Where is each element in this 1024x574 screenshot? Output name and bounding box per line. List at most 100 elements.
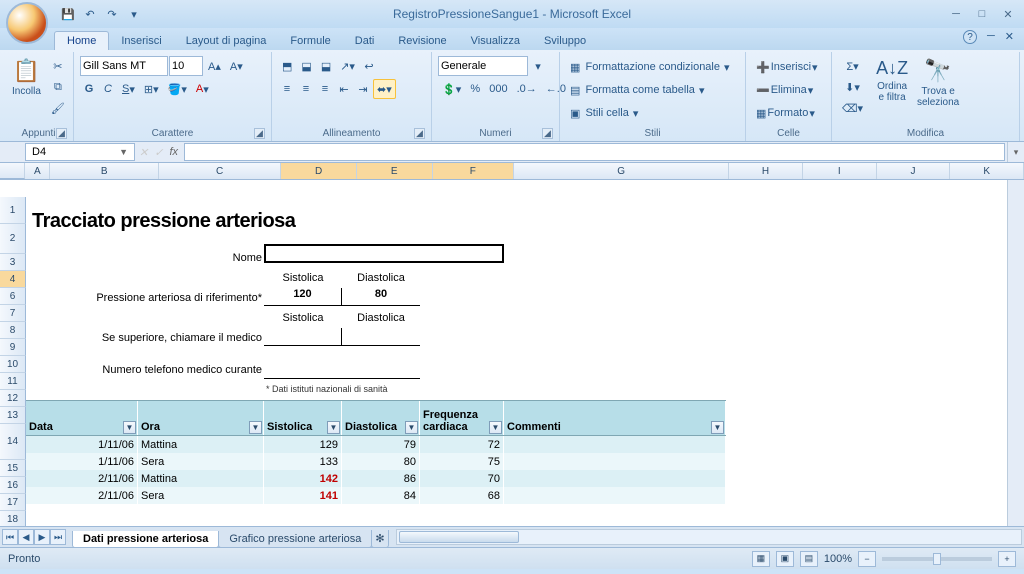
increase-indent-button[interactable]: ⇥: [354, 79, 372, 99]
font-color-button[interactable]: A▾: [192, 79, 213, 99]
col-data[interactable]: Data▼: [26, 401, 138, 435]
doc-close-button[interactable]: ✕: [1005, 30, 1014, 44]
column-header-E[interactable]: E: [357, 163, 433, 179]
chiamare-sistolica-cell[interactable]: [264, 328, 342, 346]
align-left-button[interactable]: ≡: [278, 79, 296, 99]
tab-formule[interactable]: Formule: [278, 32, 342, 50]
filter-icon[interactable]: ▼: [405, 421, 418, 434]
sort-filter-button[interactable]: A↓ZOrdina e filtra: [871, 56, 913, 105]
formula-input[interactable]: [184, 143, 1005, 161]
comma-button[interactable]: 000: [485, 79, 511, 99]
align-bottom-button[interactable]: ⬓: [317, 56, 335, 76]
filter-icon[interactable]: ▼: [123, 421, 136, 434]
office-button[interactable]: [6, 2, 48, 44]
row-header-16[interactable]: 16: [0, 477, 26, 494]
restore-button[interactable]: □: [972, 8, 992, 21]
column-header-H[interactable]: H: [729, 163, 803, 179]
zoom-level[interactable]: 100%: [824, 553, 852, 565]
column-header-C[interactable]: C: [159, 163, 281, 179]
row-header-18[interactable]: 18: [0, 511, 26, 526]
row-header-15[interactable]: 15: [0, 460, 26, 477]
horizontal-scrollbar[interactable]: [396, 529, 1022, 545]
format-cells-button[interactable]: ▦Formato▾: [752, 102, 825, 124]
fill-button[interactable]: ⬇▾: [838, 77, 867, 97]
clipboard-dialog-launcher[interactable]: ◢: [56, 128, 67, 139]
enter-formula-icon[interactable]: ✓: [154, 146, 163, 159]
row-header-2[interactable]: 2: [0, 224, 26, 254]
sheet-tab-2[interactable]: Grafico pressione arteriosa: [218, 531, 372, 548]
align-top-button[interactable]: ⬒: [278, 56, 296, 76]
column-header-G[interactable]: G: [514, 163, 729, 179]
minimize-button[interactable]: ─: [946, 8, 966, 21]
align-center-button[interactable]: ≡: [297, 79, 315, 99]
font-dialog-launcher[interactable]: ◢: [254, 128, 265, 139]
col-sistolica[interactable]: Sistolica▼: [264, 401, 342, 435]
column-header-J[interactable]: J: [877, 163, 951, 179]
clear-button[interactable]: ⌫▾: [838, 98, 867, 118]
row-header-7[interactable]: 7: [0, 305, 26, 322]
table-row[interactable]: 2/11/06 Mattina 142 86 70: [26, 470, 726, 487]
tab-layout[interactable]: Layout di pagina: [174, 32, 279, 50]
font-name-combo[interactable]: [80, 56, 168, 76]
tab-visualizza[interactable]: Visualizza: [459, 32, 532, 50]
qat-more-icon[interactable]: ▾: [126, 6, 142, 22]
zoom-thumb[interactable]: [933, 553, 941, 565]
row-header-3[interactable]: 3: [0, 254, 26, 271]
filter-icon[interactable]: ▼: [249, 421, 262, 434]
column-header-A[interactable]: A: [25, 163, 50, 179]
row-header-10[interactable]: 10: [0, 356, 26, 373]
column-header-D[interactable]: D: [281, 163, 357, 179]
col-frequenza[interactable]: Frequenza cardiaca▼: [420, 401, 504, 435]
row-header-17[interactable]: 17: [0, 494, 26, 511]
zoom-out-button[interactable]: −: [858, 551, 876, 567]
table-row[interactable]: 1/11/06 Mattina 129 79 72: [26, 436, 726, 453]
decrease-indent-button[interactable]: ⇤: [335, 79, 353, 99]
insert-cells-button[interactable]: ➕Inserisci▾: [752, 56, 825, 78]
col-diastolica[interactable]: Diastolica▼: [342, 401, 420, 435]
bold-button[interactable]: G: [80, 79, 98, 99]
page-layout-view-button[interactable]: ▣: [776, 551, 794, 567]
row-header-8[interactable]: 8: [0, 322, 26, 339]
minimize-ribbon-button[interactable]: ─: [987, 30, 995, 44]
cell-styles-button[interactable]: ▣ Stili cella ▾: [566, 102, 739, 124]
paste-button[interactable]: 📋 Incolla: [10, 56, 43, 99]
number-format-more[interactable]: ▾: [529, 56, 547, 76]
underline-button[interactable]: S▾: [118, 79, 139, 99]
page-break-view-button[interactable]: ▤: [800, 551, 818, 567]
conditional-formatting-button[interactable]: ▦ Formattazione condizionale ▾: [566, 56, 739, 78]
column-header-B[interactable]: B: [50, 163, 159, 179]
autosum-button[interactable]: Σ▾: [838, 56, 867, 76]
close-button[interactable]: ✕: [998, 8, 1018, 21]
increase-font-button[interactable]: A▴: [204, 56, 225, 76]
filter-icon[interactable]: ▼: [489, 421, 502, 434]
tab-nav-first[interactable]: ⏮: [2, 529, 18, 545]
name-box[interactable]: D4▼: [25, 143, 135, 161]
format-as-table-button[interactable]: ▤ Formatta come tabella ▾: [566, 79, 739, 101]
italic-button[interactable]: C: [99, 79, 117, 99]
col-ora[interactable]: Ora▼: [138, 401, 264, 435]
col-commenti[interactable]: Commenti▼: [504, 401, 726, 435]
currency-button[interactable]: 💲▾: [438, 79, 465, 99]
vertical-scrollbar[interactable]: [1007, 180, 1024, 526]
decrease-font-button[interactable]: A▾: [226, 56, 247, 76]
tab-nav-last[interactable]: ⏭: [50, 529, 66, 545]
font-size-combo[interactable]: [169, 56, 203, 76]
namebox-dropdown-icon[interactable]: ▼: [119, 147, 128, 157]
row-header-9[interactable]: 9: [0, 339, 26, 356]
row-header-14[interactable]: 14: [0, 424, 26, 460]
riferimento-sistolica-value[interactable]: 120: [264, 288, 342, 306]
column-header-I[interactable]: I: [803, 163, 877, 179]
riferimento-diastolica-value[interactable]: 80: [342, 288, 420, 306]
cut-button[interactable]: ✂: [47, 56, 69, 76]
redo-icon[interactable]: ↷: [104, 6, 120, 22]
tab-nav-prev[interactable]: ◀: [18, 529, 34, 545]
increase-decimal-button[interactable]: .0→: [513, 79, 541, 99]
align-middle-button[interactable]: ⬓: [297, 56, 315, 76]
tab-inserisci[interactable]: Inserisci: [109, 32, 173, 50]
border-button[interactable]: ⊞▾: [140, 79, 163, 99]
help-icon[interactable]: ?: [963, 30, 977, 44]
percent-button[interactable]: %: [466, 79, 484, 99]
table-row[interactable]: 1/11/06 Sera 133 80 75: [26, 453, 726, 470]
chiamare-diastolica-cell[interactable]: [342, 328, 420, 346]
row-header-6[interactable]: 6: [0, 288, 26, 305]
